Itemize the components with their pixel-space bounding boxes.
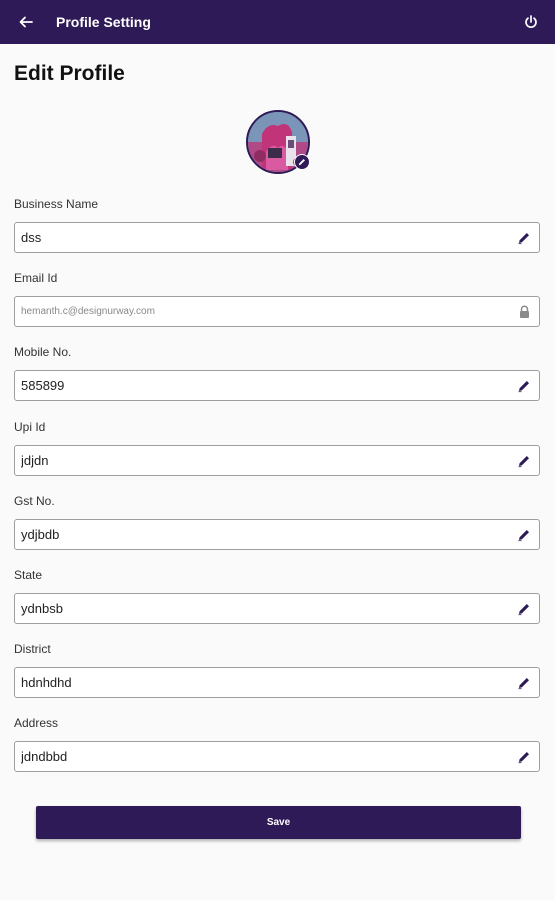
upi-id-label: Upi Id — [14, 420, 46, 434]
upi-id-input[interactable] — [21, 446, 501, 475]
mobile-no-label: Mobile No. — [14, 345, 72, 359]
state-field — [14, 593, 540, 624]
business-name-field — [14, 222, 540, 253]
gst-no-input[interactable] — [21, 520, 501, 549]
gst-no-label: Gst No. — [14, 494, 55, 508]
gst-no-field — [14, 519, 540, 550]
district-field — [14, 667, 540, 698]
save-button[interactable]: Save — [36, 806, 521, 839]
email-id-field — [14, 296, 540, 327]
address-label: Address — [14, 716, 59, 730]
address-field — [14, 741, 540, 772]
app-bar: Profile Setting — [0, 0, 555, 44]
email-id-input — [21, 297, 501, 326]
district-input[interactable] — [21, 668, 501, 697]
pencil-icon[interactable] — [516, 230, 532, 246]
pencil-icon — [298, 159, 305, 166]
pencil-icon[interactable] — [516, 378, 532, 394]
mobile-no-input[interactable] — [21, 371, 501, 400]
pencil-icon[interactable] — [516, 749, 532, 765]
email-id-label: Email Id — [14, 271, 58, 285]
lock-icon — [516, 304, 532, 320]
avatar-edit-button[interactable] — [294, 154, 310, 170]
pencil-icon[interactable] — [516, 675, 532, 691]
district-label: District — [14, 642, 51, 656]
arrow-left-icon — [19, 16, 33, 28]
business-name-label: Business Name — [14, 197, 99, 211]
back-button[interactable] — [14, 10, 38, 34]
logout-button[interactable] — [519, 10, 543, 34]
business-name-input[interactable] — [21, 223, 501, 252]
pencil-icon[interactable] — [516, 453, 532, 469]
state-input[interactable] — [21, 594, 501, 623]
power-icon — [525, 15, 537, 29]
pencil-icon[interactable] — [516, 601, 532, 617]
upi-id-field — [14, 445, 540, 476]
page-title: Edit Profile — [14, 62, 125, 85]
pencil-icon[interactable] — [516, 527, 532, 543]
state-label: State — [14, 568, 43, 582]
app-bar-title: Profile Setting — [56, 14, 151, 30]
profile-avatar[interactable] — [246, 110, 310, 174]
mobile-no-field — [14, 370, 540, 401]
address-input[interactable] — [21, 742, 501, 771]
